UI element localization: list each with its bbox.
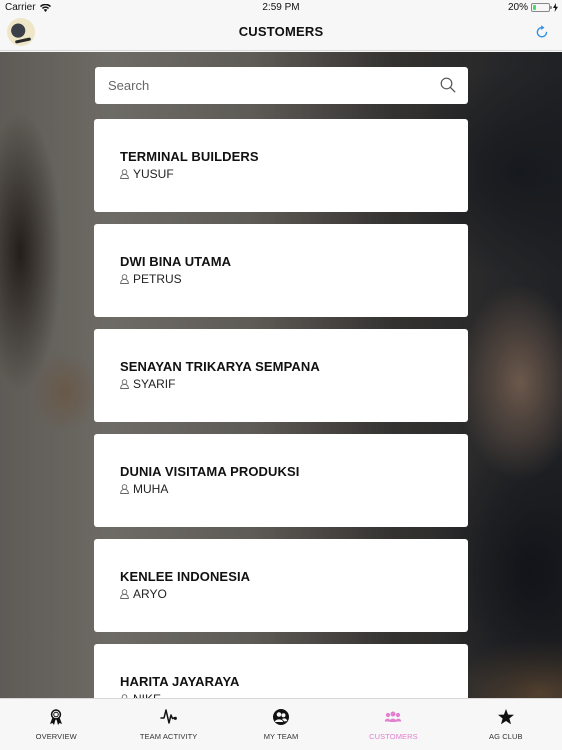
refresh-icon[interactable]	[534, 24, 550, 40]
contact-name: YUSUF	[133, 167, 174, 181]
customer-card[interactable]: DUNIA VISITAMA PRODUKSI MUHA	[94, 434, 468, 527]
contact-name: SYARIF	[133, 377, 176, 391]
person-icon	[120, 274, 129, 284]
tab-team-activity[interactable]: TEAM ACTIVITY	[112, 699, 224, 750]
tab-overview[interactable]: OVERVIEW	[0, 699, 112, 750]
customer-card[interactable]: SENAYAN TRIKARYA SEMPANA SYARIF	[94, 329, 468, 422]
customer-list-area[interactable]: TERMINAL BUILDERS YUSUF DWI BINA UTAMA P…	[0, 52, 562, 698]
tab-bar: OVERVIEW TEAM ACTIVITY MY TEAM CUSTOMERS	[0, 698, 562, 750]
status-bar: Carrier 2:59 PM 20%	[0, 0, 562, 16]
search-bar	[95, 67, 468, 104]
award-ribbon-icon	[50, 709, 63, 725]
person-icon	[120, 589, 129, 599]
person-icon	[120, 484, 129, 494]
search-input[interactable]	[95, 67, 415, 104]
contact-name: ARYO	[133, 587, 167, 601]
battery-icon	[531, 3, 552, 12]
pulse-icon	[159, 709, 177, 724]
contact-name: PETRUS	[133, 272, 182, 286]
tab-my-team[interactable]: MY TEAM	[225, 699, 337, 750]
clock: 2:59 PM	[262, 2, 300, 13]
tab-customers[interactable]: CUSTOMERS	[337, 699, 449, 750]
tab-label: OVERVIEW	[35, 732, 77, 741]
customer-name: DWI BINA UTAMA	[120, 254, 232, 269]
customer-name: DUNIA VISITAMA PRODUKSI	[120, 464, 300, 479]
battery-status: 20%	[508, 2, 558, 13]
team-circle-icon	[273, 709, 290, 725]
customer-card[interactable]: HARITA JAYARAYA NIKE	[94, 644, 468, 698]
customer-contact: YUSUF	[120, 167, 174, 181]
customer-name: SENAYAN TRIKARYA SEMPANA	[120, 359, 320, 374]
customer-card[interactable]: KENLEE INDONESIA ARYO	[94, 539, 468, 632]
customer-card[interactable]: TERMINAL BUILDERS YUSUF	[94, 119, 468, 212]
customer-contact: MUHA	[120, 482, 168, 496]
battery-fill	[533, 5, 536, 10]
page-title: CUSTOMERS	[238, 24, 324, 39]
customer-name: HARITA JAYARAYA	[120, 674, 240, 689]
customer-name: TERMINAL BUILDERS	[120, 149, 259, 164]
tab-label: CUSTOMERS	[369, 732, 418, 741]
battery-percent: 20%	[507, 2, 528, 13]
person-icon	[120, 169, 129, 179]
person-icon	[120, 379, 129, 389]
customer-contact: PETRUS	[120, 272, 182, 286]
customer-contact: SYARIF	[120, 377, 175, 391]
customer-contact: ARYO	[120, 587, 167, 601]
customers-group-icon	[385, 711, 402, 722]
tab-label: AG CLUB	[489, 732, 523, 741]
tab-ag-club[interactable]: AG CLUB	[450, 699, 562, 750]
customer-name: KENLEE INDONESIA	[120, 569, 251, 584]
contact-name: MUHA	[133, 482, 169, 496]
charging-bolt-icon	[553, 3, 558, 12]
star-icon	[497, 709, 514, 725]
customer-card[interactable]: DWI BINA UTAMA PETRUS	[94, 224, 468, 317]
search-icon[interactable]	[440, 77, 456, 93]
tab-label: TEAM ACTIVITY	[139, 732, 198, 741]
tab-label: MY TEAM	[263, 732, 299, 741]
navigation-bar: CUSTOMERS	[0, 16, 562, 51]
